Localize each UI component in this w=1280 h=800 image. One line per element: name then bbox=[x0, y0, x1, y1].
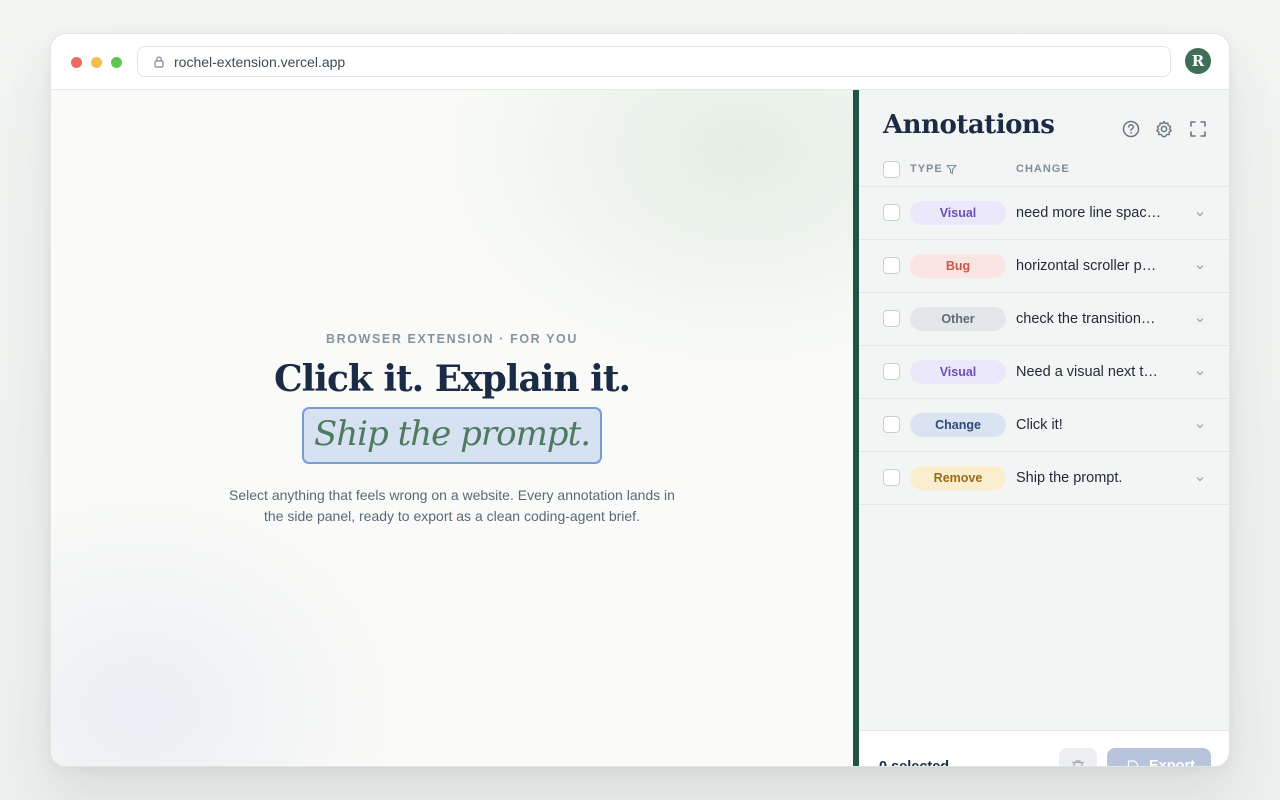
close-window-button[interactable] bbox=[71, 57, 82, 68]
change-text: Need a visual next t… bbox=[1016, 364, 1158, 380]
trash-icon bbox=[1071, 760, 1085, 766]
lock-icon bbox=[154, 56, 164, 68]
panel-title: Annotations bbox=[883, 110, 1055, 140]
avatar[interactable]: R bbox=[1185, 48, 1211, 74]
eyebrow-label: BROWSER EXTENSION · FOR YOU bbox=[325, 332, 578, 346]
row-checkbox[interactable] bbox=[883, 363, 900, 380]
minimize-window-button[interactable] bbox=[91, 57, 102, 68]
annotation-row[interactable]: Bug horizontal scroller p… bbox=[859, 240, 1229, 293]
help-icon[interactable] bbox=[1121, 119, 1141, 139]
highlighted-annotation-target[interactable]: Ship the prompt. bbox=[302, 407, 602, 464]
browser-titlebar: rochel-extension.vercel.app R bbox=[51, 34, 1229, 90]
maximize-window-button[interactable] bbox=[111, 57, 122, 68]
page-headline: Click it. Explain it. bbox=[273, 358, 631, 400]
selected-count: 0 selected bbox=[879, 759, 950, 767]
type-badge: Visual bbox=[910, 360, 1006, 384]
settings-gear-icon[interactable] bbox=[1154, 119, 1174, 139]
change-text: Click it! bbox=[1016, 417, 1063, 433]
row-checkbox[interactable] bbox=[883, 257, 900, 274]
change-text: need more line spac… bbox=[1016, 205, 1162, 221]
annotation-row[interactable]: Visual Need a visual next t… bbox=[859, 346, 1229, 399]
expand-icon[interactable] bbox=[1188, 119, 1208, 139]
change-text: horizontal scroller p… bbox=[1016, 258, 1157, 274]
type-badge: Bug bbox=[910, 254, 1006, 278]
browser-window: rochel-extension.vercel.app R BROWSER EX… bbox=[50, 33, 1230, 767]
export-button[interactable]: Export bbox=[1107, 748, 1211, 767]
annotation-row[interactable]: Change Click it! bbox=[859, 399, 1229, 452]
chevron-down-icon[interactable] bbox=[1195, 262, 1205, 272]
chevron-down-icon[interactable] bbox=[1195, 474, 1205, 484]
row-checkbox[interactable] bbox=[883, 310, 900, 327]
row-checkbox[interactable] bbox=[883, 204, 900, 221]
chevron-down-icon[interactable] bbox=[1195, 315, 1205, 325]
type-badge: Remove bbox=[910, 466, 1006, 490]
select-all-checkbox[interactable] bbox=[883, 161, 900, 178]
type-badge: Visual bbox=[910, 201, 1006, 225]
chevron-down-icon[interactable] bbox=[1195, 421, 1205, 431]
row-checkbox[interactable] bbox=[883, 469, 900, 486]
export-label: Export bbox=[1149, 758, 1195, 767]
url-text[interactable]: rochel-extension.vercel.app bbox=[174, 54, 345, 70]
row-checkbox[interactable] bbox=[883, 416, 900, 433]
change-text: Ship the prompt. bbox=[1016, 470, 1123, 486]
change-text: check the transition… bbox=[1016, 311, 1156, 327]
delete-button[interactable] bbox=[1059, 748, 1097, 766]
annotation-row[interactable]: Other check the transition… bbox=[859, 293, 1229, 346]
chevron-down-icon[interactable] bbox=[1195, 209, 1205, 219]
table-header: TYPE CHANGE bbox=[859, 154, 1229, 187]
chevron-down-icon[interactable] bbox=[1195, 368, 1205, 378]
filter-icon[interactable] bbox=[946, 164, 957, 175]
highlighted-text: Ship the prompt. bbox=[313, 414, 591, 454]
change-column-header: CHANGE bbox=[1016, 163, 1070, 175]
address-bar[interactable]: rochel-extension.vercel.app bbox=[137, 46, 1171, 77]
website-content: BROWSER EXTENSION · FOR YOU Click it. Ex… bbox=[51, 90, 853, 766]
document-icon bbox=[1127, 760, 1139, 766]
type-badge: Change bbox=[910, 413, 1006, 437]
type-column-header[interactable]: TYPE bbox=[910, 163, 943, 175]
page-description: Select anything that feels wrong on a we… bbox=[229, 487, 675, 524]
annotations-panel: Annotations TYPE CHANGE Visual need more … bbox=[859, 90, 1229, 767]
panel-footer: 0 selected Export bbox=[859, 730, 1229, 767]
annotation-row[interactable]: Visual need more line spac… bbox=[859, 187, 1229, 240]
annotation-row[interactable]: Remove Ship the prompt. bbox=[859, 452, 1229, 505]
type-badge: Other bbox=[910, 307, 1006, 331]
